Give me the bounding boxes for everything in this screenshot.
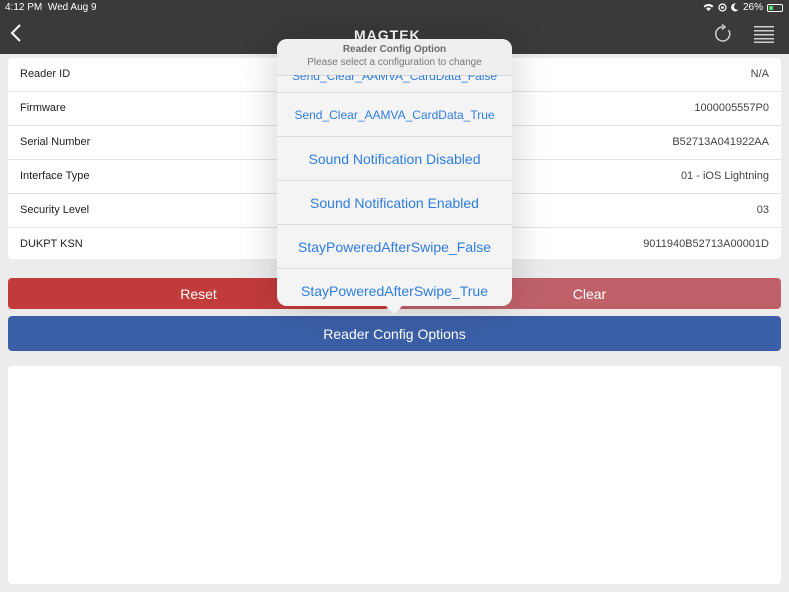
refresh-icon[interactable]: [713, 24, 733, 44]
option-send-clear-aamva-true[interactable]: Send_Clear_AAMVA_CardData_True: [277, 93, 512, 137]
wifi-icon: [703, 4, 714, 11]
info-value: B52713A041922AA: [672, 136, 769, 148]
orientation-lock-icon: [718, 3, 727, 12]
info-label: Firmware: [20, 102, 66, 114]
info-value: 1000005557P0: [694, 102, 769, 114]
option-send-clear-aamva-false[interactable]: Send_Clear_AAMVA_CardData_False: [277, 75, 512, 93]
status-date: Wed Aug 9: [47, 2, 97, 13]
moon-icon: [731, 3, 739, 12]
popover-header: Reader Config Option Please select a con…: [277, 39, 512, 76]
status-bar: 4:12 PM Wed Aug 9 26%: [0, 0, 789, 15]
list-icon[interactable]: [754, 25, 774, 43]
back-chevron-icon[interactable]: [9, 23, 23, 43]
popover-subtitle: Please select a configuration to change: [307, 57, 482, 68]
option-sound-notification-enabled[interactable]: Sound Notification Enabled: [277, 181, 512, 225]
reader-config-options-button[interactable]: Reader Config Options: [8, 316, 781, 351]
info-label: Serial Number: [20, 136, 91, 148]
reader-config-popover: Reader Config Option Please select a con…: [277, 39, 512, 306]
status-time: 4:12 PM: [5, 2, 43, 13]
popover-title: Reader Config Option: [342, 44, 447, 55]
battery-percent: 26%: [742, 2, 763, 13]
info-value: 9011940B52713A00001D: [643, 238, 769, 250]
info-value: 03: [756, 204, 769, 216]
output-text-area[interactable]: [8, 366, 781, 584]
battery-icon: [767, 3, 783, 12]
option-sound-notification-disabled[interactable]: Sound Notification Disabled: [277, 137, 512, 181]
option-stay-powered-false[interactable]: StayPoweredAfterSwipe_False: [277, 225, 512, 269]
info-value: N/A: [750, 68, 769, 80]
info-label: Security Level: [20, 204, 90, 216]
popover-caret: [385, 305, 403, 314]
info-label: Reader ID: [20, 68, 71, 80]
status-time-date: 4:12 PM Wed Aug 9: [5, 2, 97, 13]
status-indicators: 26%: [703, 2, 783, 13]
info-label: DUKPT KSN: [20, 238, 83, 250]
popover-option-list[interactable]: Send_Clear_AAMVA_CardData_False Send_Cle…: [277, 75, 512, 306]
info-label: Interface Type: [20, 170, 90, 182]
option-stay-powered-true[interactable]: StayPoweredAfterSwipe_True: [277, 269, 512, 306]
info-value: 01 - iOS Lightning: [680, 170, 769, 182]
